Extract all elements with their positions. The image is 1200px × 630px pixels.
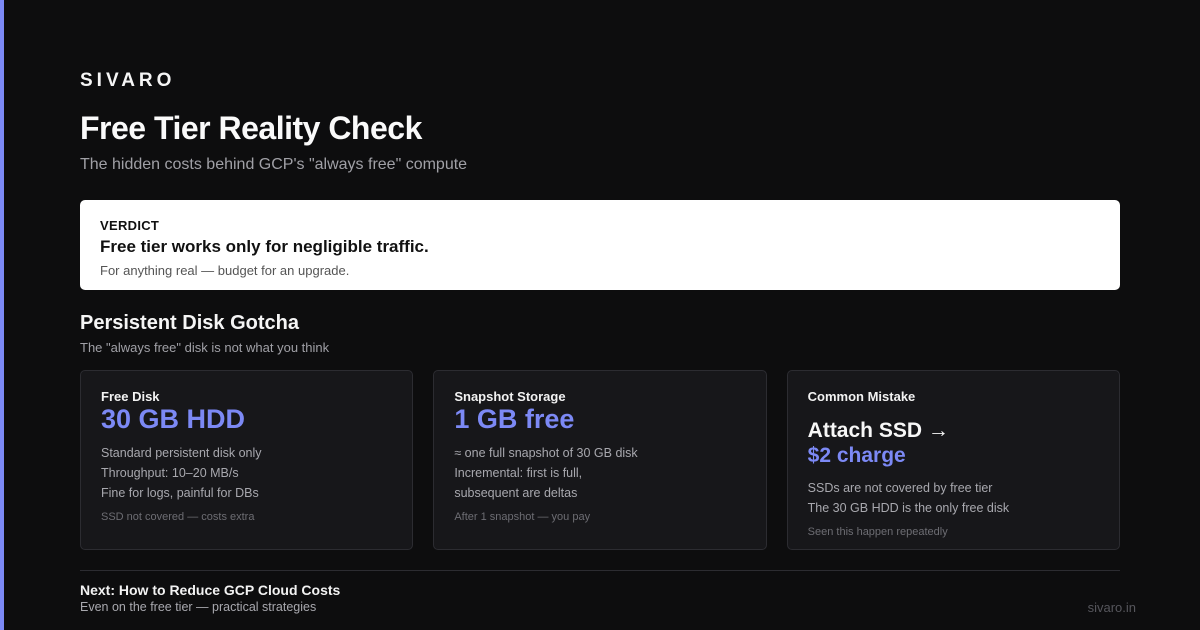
free-disk-card: Free Disk 30 GB HDD Standard persistent … [80,370,414,550]
card-detail-line: Incremental: first is full, [454,466,583,481]
card-detail-line: Fine for logs, painful for DBs [101,486,259,501]
card-detail-line: subsequent are deltas [454,486,578,501]
card-detail-line: ≈ one full snapshot of 30 GB disk [454,446,638,461]
section-subtitle: The "always free" disk is not what you t… [80,340,330,355]
card-detail-line: The 30 GB HDD is the only free disk [807,501,1010,516]
verdict-label: VERDICT [100,218,160,233]
verdict-card: VERDICT Free tier works only for negligi… [80,200,1120,290]
brand-logo: SIVARO [80,70,176,91]
card-value: 1 GB free [454,404,575,434]
card-detail-line: SSDs are not covered by free tier [807,481,993,496]
card-label: Common Mistake [807,389,916,404]
card-detail-line: Throughput: 10–20 MB/s [101,466,239,481]
common-mistake-card: Common Mistake Attach SSD → $2 charge SS… [786,370,1120,550]
page-title: Free Tier Reality Check [80,110,422,146]
card-details: Standard persistent disk only Throughput… [101,443,392,503]
card-footnote: After 1 snapshot — you pay [454,511,591,524]
snapshot-storage-card: Snapshot Storage 1 GB free ≈ one full sn… [433,370,767,550]
card-details: ≈ one full snapshot of 30 GB disk Increm… [454,443,745,503]
accent-bar [0,0,4,630]
card-footnote: SSD not covered — costs extra [101,511,255,524]
next-article-link[interactable]: Next: How to Reduce GCP Cloud Costs [80,582,340,598]
card-value-line: Attach SSD → [807,419,949,442]
card-details: SSDs are not covered by free tier The 30… [808,478,1099,518]
card-value-charge: $2 charge [807,444,906,468]
verdict-note: For anything real — budget for an upgrad… [100,263,350,278]
site-domain: sivaro.in [1087,600,1136,615]
section-title: Persistent Disk Gotcha [80,312,299,334]
card-label: Snapshot Storage [454,389,566,404]
verdict-headline: Free tier works only for negligible traf… [100,237,429,256]
card-label: Free Disk [101,389,160,404]
card-footnote: Seen this happen repeatedly [807,526,948,539]
next-article-subtitle: Even on the free tier — practical strate… [80,600,317,614]
footer-divider [80,570,1120,571]
card-detail-line: Standard persistent disk only [101,446,262,461]
card-value: 30 GB HDD [101,404,246,434]
card-grid: Free Disk 30 GB HDD Standard persistent … [80,370,1120,550]
page-subtitle: The hidden costs behind GCP's "always fr… [80,156,468,173]
